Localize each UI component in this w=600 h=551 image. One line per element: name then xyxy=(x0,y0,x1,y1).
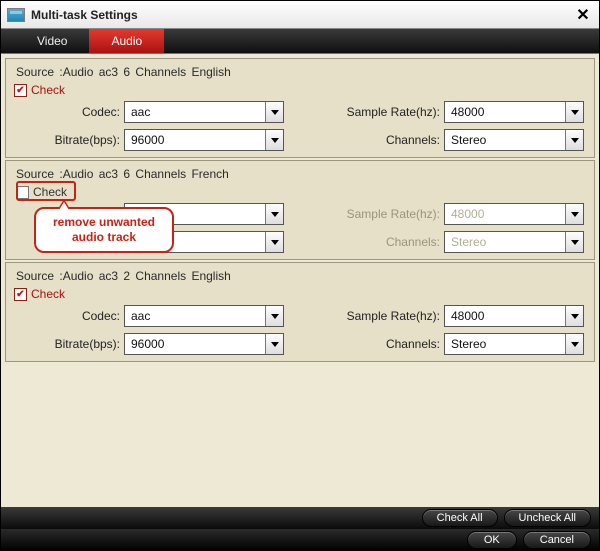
audio-track-panel: Source :Audio ac3 6 Channels English ✔ C… xyxy=(5,58,595,158)
tab-video[interactable]: Video xyxy=(15,29,89,53)
footer-check-bar: Check All Uncheck All xyxy=(1,507,599,529)
footer-ok-bar: OK Cancel xyxy=(1,529,599,551)
samplerate-label: Sample Rate(hz): xyxy=(324,105,444,119)
app-icon xyxy=(7,8,25,22)
content-area: Source :Audio ac3 6 Channels English ✔ C… xyxy=(1,53,599,507)
channels-select[interactable]: Stereo xyxy=(444,129,584,151)
bitrate-label: Bitrate(bps): xyxy=(14,133,124,147)
chevron-down-icon xyxy=(565,102,583,122)
channels-select[interactable]: Stereo xyxy=(444,333,584,355)
samplerate-select[interactable]: 48000 xyxy=(444,101,584,123)
codec-select[interactable]: aac xyxy=(124,101,284,123)
close-icon[interactable]: ✕ xyxy=(573,5,593,25)
channels-label: Channels: xyxy=(324,235,444,249)
tab-bar: Video Audio xyxy=(1,29,599,53)
audio-track-panel: Source :Audio ac3 2 Channels English ✔ C… xyxy=(5,262,595,362)
codec-label: Codec: xyxy=(14,309,124,323)
chevron-down-icon xyxy=(265,102,283,122)
source-label: Source :Audio ac3 6 Channels English xyxy=(14,63,586,83)
chevron-down-icon xyxy=(265,204,283,224)
channels-label: Channels: xyxy=(324,133,444,147)
channels-select[interactable]: Stereo xyxy=(444,231,584,253)
chevron-down-icon xyxy=(565,130,583,150)
check-checkbox[interactable]: ✔ xyxy=(14,84,27,97)
bitrate-select[interactable]: 96000 xyxy=(124,129,284,151)
samplerate-select[interactable]: 48000 xyxy=(444,203,584,225)
chevron-down-icon xyxy=(265,334,283,354)
window-title: Multi-task Settings xyxy=(31,8,138,22)
chevron-down-icon xyxy=(565,334,583,354)
check-checkbox[interactable]: ✔ xyxy=(14,288,27,301)
chevron-down-icon xyxy=(565,306,583,326)
check-checkbox[interactable] xyxy=(16,186,29,199)
codec-select[interactable] xyxy=(124,203,284,225)
chevron-down-icon xyxy=(265,306,283,326)
samplerate-select[interactable]: 48000 xyxy=(444,305,584,327)
check-all-button[interactable]: Check All xyxy=(422,509,498,527)
check-label: Check xyxy=(31,83,65,97)
cancel-button[interactable]: Cancel xyxy=(523,531,591,549)
chevron-down-icon xyxy=(265,232,283,252)
bitrate-label: Bitrate(bps): xyxy=(14,337,124,351)
samplerate-label: Sample Rate(hz): xyxy=(324,207,444,221)
titlebar: Multi-task Settings ✕ xyxy=(1,1,599,29)
uncheck-all-button[interactable]: Uncheck All xyxy=(504,509,591,527)
codec-select[interactable]: aac xyxy=(124,305,284,327)
source-label: Source :Audio ac3 6 Channels French xyxy=(14,165,586,185)
check-label: Check xyxy=(33,185,67,199)
ok-button[interactable]: OK xyxy=(467,531,517,549)
audio-track-panel: Source :Audio ac3 6 Channels French Chec… xyxy=(5,160,595,260)
bitrate-select[interactable] xyxy=(124,231,284,253)
check-label: Check xyxy=(31,287,65,301)
source-label: Source :Audio ac3 2 Channels English xyxy=(14,267,586,287)
tab-audio[interactable]: Audio xyxy=(89,29,164,53)
chevron-down-icon xyxy=(565,204,583,224)
bitrate-select[interactable]: 96000 xyxy=(124,333,284,355)
chevron-down-icon xyxy=(565,232,583,252)
samplerate-label: Sample Rate(hz): xyxy=(324,309,444,323)
codec-label: Codec: xyxy=(14,105,124,119)
chevron-down-icon xyxy=(265,130,283,150)
channels-label: Channels: xyxy=(324,337,444,351)
